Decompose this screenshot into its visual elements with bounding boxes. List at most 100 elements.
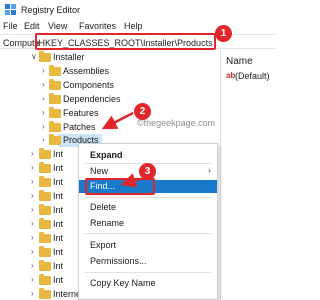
folder-icon	[39, 176, 51, 187]
chevron-right-icon[interactable]: ›	[31, 205, 34, 214]
chevron-right-icon[interactable]: ›	[42, 135, 45, 144]
menu-item-permissions[interactable]: Permissions...	[79, 255, 217, 268]
menu-item-delete[interactable]: Delete	[79, 201, 217, 214]
chevron-right-icon[interactable]: ›	[31, 177, 34, 186]
window-title: Registry Editor	[21, 5, 81, 15]
tree-item-label: Int	[53, 191, 64, 201]
menu-bar: File Edit View Favorites Help	[0, 20, 276, 34]
menu-item-label: Copy Key Name	[90, 278, 156, 288]
chevron-right-icon[interactable]: ›	[31, 149, 34, 158]
folder-icon	[49, 107, 61, 118]
chevron-right-icon[interactable]: ›	[31, 289, 34, 298]
address-highlight-box	[35, 33, 216, 50]
chevron-right-icon[interactable]: ›	[42, 108, 45, 117]
tree-item-dependencies[interactable]: › Dependencies	[0, 93, 220, 106]
chevron-right-icon[interactable]: ›	[31, 247, 34, 256]
folder-icon	[39, 51, 51, 62]
folder-icon	[49, 93, 61, 104]
folder-icon	[39, 162, 51, 173]
chevron-right-icon[interactable]: ›	[31, 233, 34, 242]
tree-item-truncated[interactable]: › Int	[0, 246, 80, 259]
chevron-right-icon[interactable]: ›	[42, 122, 45, 131]
value-default[interactable]: (Default)	[235, 71, 270, 81]
tree-item-truncated[interactable]: › Int	[0, 274, 80, 287]
folder-icon	[39, 288, 51, 299]
tree-item-label: Features	[63, 108, 99, 118]
folder-icon	[39, 232, 51, 243]
tree-item-components[interactable]: › Components	[0, 79, 220, 92]
folder-icon	[49, 121, 61, 132]
tree-item-label: Int	[53, 163, 64, 173]
menu-item-expand[interactable]: Expand	[79, 149, 217, 162]
menu-view[interactable]: View	[48, 21, 67, 31]
tree-item-label: Int	[53, 205, 64, 215]
menu-separator	[85, 233, 211, 234]
tree-item-truncated[interactable]: › Int	[0, 162, 80, 175]
values-pane: Name ab (Default)	[221, 50, 276, 300]
chevron-right-icon[interactable]: ›	[42, 80, 45, 89]
menu-item-copy-key-name[interactable]: Copy Key Name	[79, 277, 217, 290]
menu-item-label: Permissions...	[90, 256, 147, 266]
chevron-right-icon[interactable]: ›	[42, 66, 45, 75]
tree-item-label: Int	[53, 247, 64, 257]
menu-item-label: Delete	[90, 202, 117, 212]
tree-item-truncated[interactable]: › Int	[0, 204, 80, 217]
chevron-down-icon[interactable]: ∨	[31, 52, 37, 61]
chevron-right-icon[interactable]: ›	[31, 163, 34, 172]
find-highlight-box	[85, 178, 155, 195]
chevron-right-icon[interactable]: ›	[31, 261, 34, 270]
folder-icon	[49, 79, 61, 90]
string-value-icon: ab	[226, 71, 236, 80]
menu-separator	[85, 197, 211, 198]
folder-icon	[49, 134, 61, 145]
menu-item-label: Export	[90, 240, 117, 250]
tree-item-label: Int	[53, 219, 64, 229]
title-bar: Registry Editor	[0, 0, 276, 20]
menu-item-export[interactable]: Export	[79, 239, 217, 252]
chevron-right-icon[interactable]: ›	[31, 191, 34, 200]
menu-edit[interactable]: Edit	[24, 21, 40, 31]
menu-file[interactable]: File	[3, 21, 18, 31]
tree-item-label: Patches	[63, 122, 96, 132]
chevron-right-icon[interactable]: ›	[42, 94, 45, 103]
menu-separator	[85, 272, 211, 273]
folder-icon	[49, 65, 61, 76]
menu-favorites[interactable]: Favorites	[79, 21, 116, 31]
menu-item-label: Rename	[90, 218, 125, 228]
watermark: ©thegeekpage.com	[137, 118, 216, 128]
menu-item-label: New	[90, 166, 109, 176]
tree-item-label: Assemblies	[63, 66, 110, 76]
folder-icon	[39, 246, 51, 257]
tree-item-truncated[interactable]: › Int	[0, 176, 80, 189]
tree-item-truncated[interactable]: › Int	[0, 232, 80, 245]
tree-item-label: Int	[53, 233, 64, 243]
tree-item-installer[interactable]: ∨ Installer	[0, 51, 220, 64]
tree-item-truncated[interactable]: › Int	[0, 218, 80, 231]
tree-item-label: Components	[63, 80, 115, 90]
tree-item-label: Int	[53, 177, 64, 187]
tree-item-assemblies[interactable]: › Assemblies	[0, 65, 220, 78]
folder-icon	[39, 260, 51, 271]
folder-icon	[39, 274, 51, 285]
tree-item-truncated[interactable]: › Int	[0, 260, 80, 273]
menu-item-rename[interactable]: Rename	[79, 217, 217, 230]
menu-item-label: Expand	[90, 150, 123, 160]
folder-icon	[39, 218, 51, 229]
tree-item-label: Installer	[53, 52, 85, 62]
step-badge-2: 2	[134, 103, 151, 120]
chevron-right-icon[interactable]: ›	[31, 275, 34, 284]
folder-icon	[39, 190, 51, 201]
tree-item-truncated[interactable]: › Int	[0, 190, 80, 203]
step-badge-3: 3	[139, 163, 156, 180]
tree-item-truncated[interactable]: › Int	[0, 148, 80, 161]
tree-item-label: Int	[53, 149, 64, 159]
menu-help[interactable]: Help	[124, 21, 143, 31]
folder-icon	[39, 204, 51, 215]
chevron-right-icon: ›	[208, 165, 211, 175]
tree-item-label: Int	[53, 261, 64, 271]
column-header-name[interactable]: Name	[226, 56, 253, 67]
chevron-right-icon[interactable]: ›	[31, 219, 34, 228]
tree-item-label: Int	[53, 275, 64, 285]
tree-item-label: Dependencies	[63, 94, 121, 104]
step-badge-1: 1	[215, 25, 232, 42]
